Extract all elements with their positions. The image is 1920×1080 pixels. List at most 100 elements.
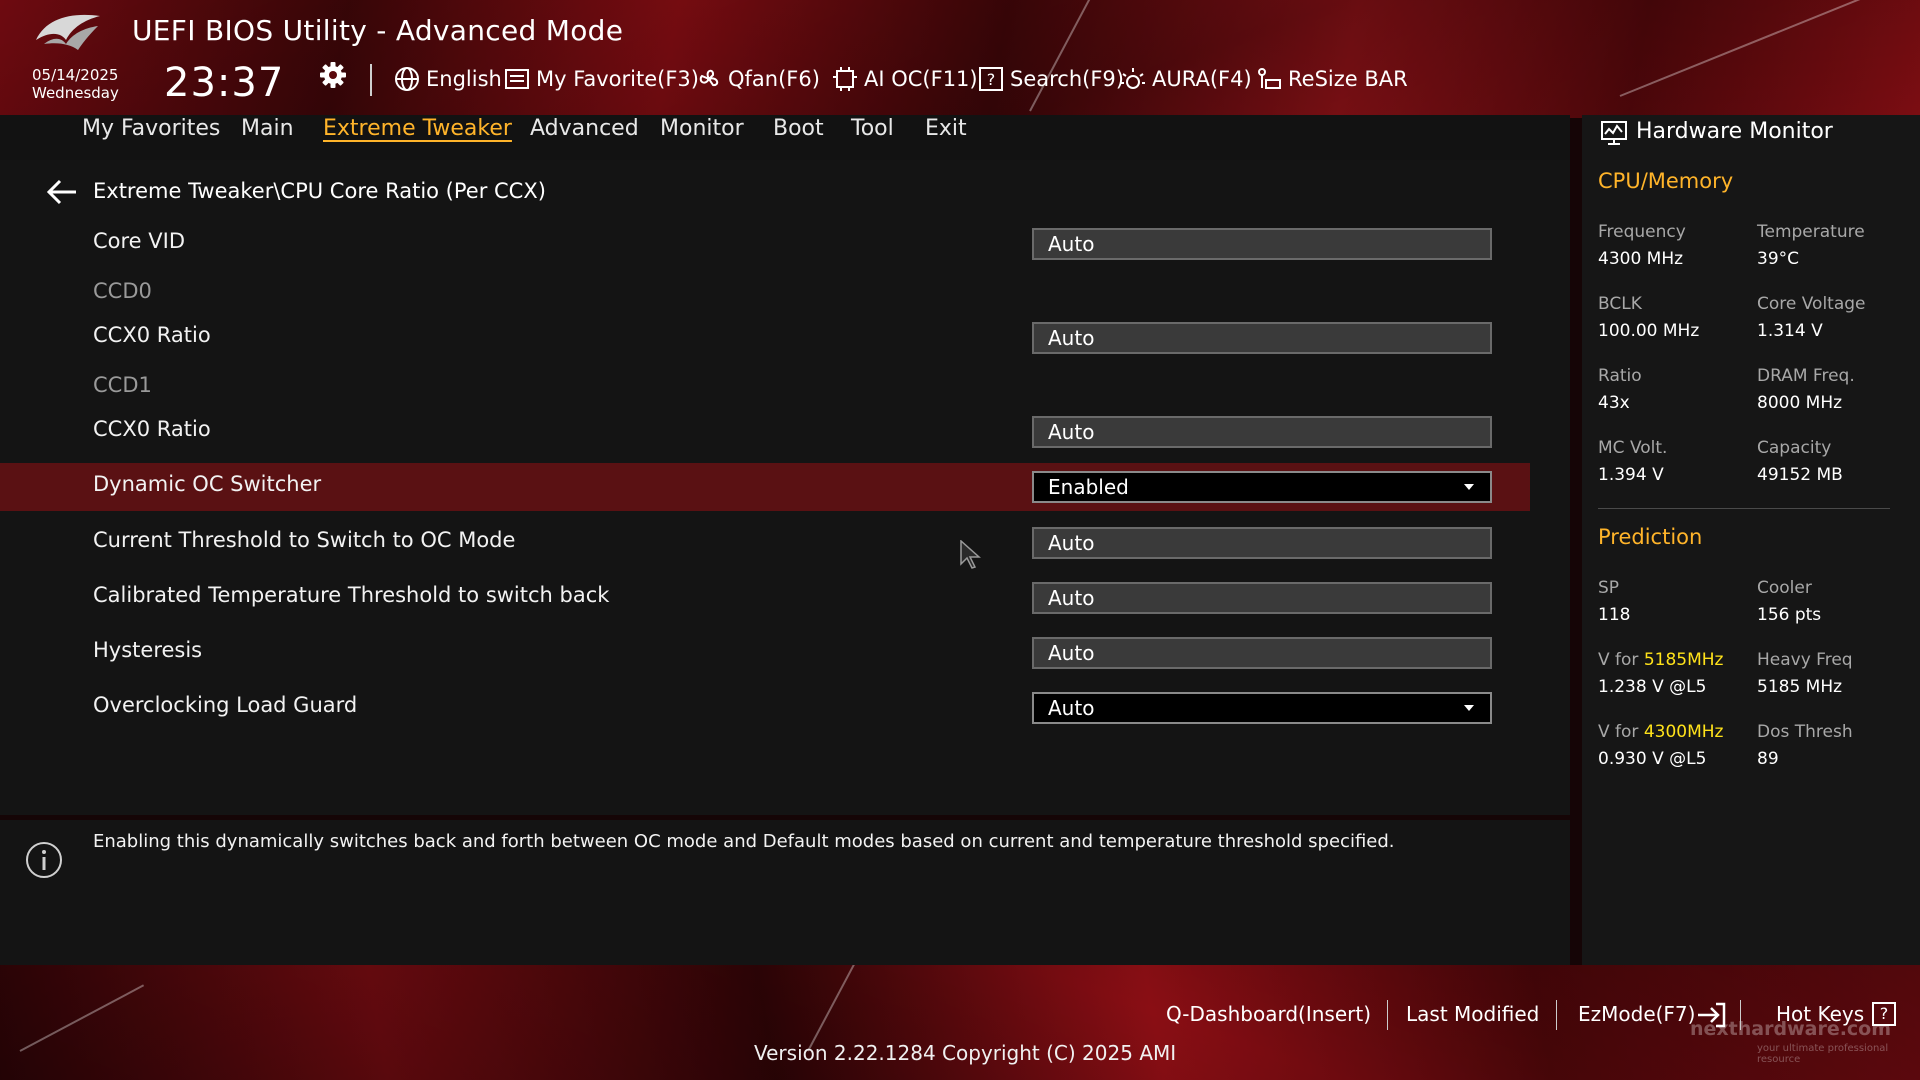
capacity-label: Capacity	[1757, 438, 1832, 458]
help-text: Enabling this dynamically switches back …	[93, 831, 1395, 852]
gear-icon[interactable]	[318, 60, 348, 90]
ai-oc-icon	[833, 67, 857, 91]
hysteresis-field[interactable]: Auto	[1032, 637, 1492, 669]
setting-label-ccd1-ccx0-ratio[interactable]: CCX0 Ratio	[93, 417, 211, 441]
footer-divider	[1740, 1000, 1741, 1030]
ezmode-button[interactable]: EzMode(F7)	[1578, 1002, 1695, 1026]
section-label-ccd0: CCD0	[93, 279, 152, 303]
dram-freq-label: DRAM Freq.	[1757, 366, 1855, 386]
qfan-button[interactable]: Qfan(F6)	[696, 64, 820, 94]
core-voltage-label: Core Voltage	[1757, 294, 1866, 314]
v-for-high-label: V for 5185MHz	[1598, 650, 1723, 670]
calibrated-temp-threshold-field[interactable]: Auto	[1032, 582, 1492, 614]
search-label: Search(F9)	[1010, 67, 1124, 91]
setting-label-core-vid[interactable]: Core VID	[93, 229, 185, 253]
dynamic-oc-switcher-value: Enabled	[1048, 475, 1129, 499]
mc-volt-value: 1.394 V	[1598, 465, 1664, 485]
core-vid-field[interactable]: Auto	[1032, 228, 1492, 260]
tab-main[interactable]: Main	[241, 116, 294, 141]
mc-volt-label: MC Volt.	[1598, 438, 1668, 458]
tab-tool[interactable]: Tool	[851, 116, 894, 141]
bclk-value: 100.00 MHz	[1598, 321, 1700, 341]
footer-divider	[1556, 1000, 1557, 1030]
v-for-high-freq: 5185MHz	[1643, 650, 1724, 670]
tab-extreme-tweaker[interactable]: Extreme Tweaker	[323, 116, 512, 141]
date-text: 05/14/2025	[32, 66, 119, 84]
last-modified-button[interactable]: Last Modified	[1406, 1002, 1539, 1026]
monitor-icon	[1601, 121, 1627, 145]
ezmode-label: EzMode(F7)	[1578, 1002, 1696, 1026]
frequency-value: 4300 MHz	[1598, 249, 1684, 269]
frequency-label: Frequency	[1598, 222, 1686, 242]
aura-label: AURA(F4)	[1152, 67, 1252, 91]
setting-label-current-threshold[interactable]: Current Threshold to Switch to OC Mode	[93, 528, 515, 552]
svg-text:?: ?	[987, 70, 996, 89]
hardware-monitor-title: Hardware Monitor	[1636, 119, 1833, 144]
clock-display: 23:37	[164, 60, 285, 106]
ccd1-ccx0-ratio-field[interactable]: Auto	[1032, 416, 1492, 448]
my-favorite-button[interactable]: My Favorite(F3)	[504, 64, 699, 94]
search-button[interactable]: ? Search(F9)	[978, 64, 1124, 94]
exit-arrow-icon[interactable]	[1696, 1002, 1728, 1028]
section-label-ccd1: CCD1	[93, 373, 152, 397]
qfan-label: Qfan(F6)	[728, 67, 820, 91]
v-for-low-value: 0.930 V @L5	[1598, 749, 1707, 769]
dynamic-oc-switcher-dropdown[interactable]: Enabled	[1032, 471, 1492, 503]
setting-label-dynamic-oc-switcher[interactable]: Dynamic OC Switcher	[93, 472, 321, 496]
oc-load-guard-dropdown[interactable]: Auto	[1032, 692, 1492, 724]
tab-my-favorites[interactable]: My Favorites	[82, 116, 220, 141]
tab-boot[interactable]: Boot	[773, 116, 824, 141]
ratio-label: Ratio	[1598, 366, 1642, 386]
search-icon: ?	[979, 67, 1003, 91]
weekday-text: Wednesday	[32, 84, 119, 102]
breadcrumb: Extreme Tweaker\CPU Core Ratio (Per CCX)	[93, 179, 546, 203]
setting-label-ccd0-ccx0-ratio[interactable]: CCX0 Ratio	[93, 323, 211, 347]
heavy-freq-label: Heavy Freq	[1757, 650, 1853, 670]
hot-keys-button[interactable]: Hot Keys	[1776, 1002, 1864, 1026]
favorite-list-icon	[505, 69, 529, 89]
heavy-freq-value: 5185 MHz	[1757, 677, 1843, 697]
ai-oc-button[interactable]: AI OC(F11)	[832, 64, 978, 94]
capacity-value: 49152 MB	[1757, 465, 1843, 485]
help-question-icon[interactable]: ?	[1872, 1002, 1896, 1026]
temperature-value: 39°C	[1757, 249, 1800, 269]
cooler-value: 156 pts	[1757, 605, 1822, 625]
watermark-subtitle: your ultimate professional resource	[1757, 1043, 1889, 1065]
cooler-label: Cooler	[1757, 578, 1812, 598]
chevron-down-icon	[1464, 484, 1474, 490]
temperature-label: Temperature	[1757, 222, 1865, 242]
chevron-down-icon	[1464, 705, 1474, 711]
language-label: English	[426, 67, 502, 91]
aura-button[interactable]: AURA(F4)	[1120, 64, 1252, 94]
setting-label-oc-load-guard[interactable]: Overclocking Load Guard	[93, 693, 357, 717]
sp-label: SP	[1598, 578, 1620, 598]
current-threshold-field[interactable]: Auto	[1032, 527, 1492, 559]
resize-bar-label: ReSize BAR	[1288, 67, 1408, 91]
dos-thresh-label: Dos Thresh	[1757, 722, 1853, 742]
bclk-label: BCLK	[1598, 294, 1642, 314]
footer-divider	[1387, 1000, 1388, 1030]
v-for-prefix: V for	[1598, 722, 1639, 742]
v-for-prefix: V for	[1598, 650, 1639, 670]
resize-bar-icon	[1258, 68, 1281, 89]
setting-label-hysteresis[interactable]: Hysteresis	[93, 638, 202, 662]
dram-freq-value: 8000 MHz	[1757, 393, 1843, 413]
fan-icon	[699, 69, 719, 87]
tab-monitor[interactable]: Monitor	[660, 116, 744, 141]
header-divider	[370, 64, 372, 96]
prediction-title: Prediction	[1598, 525, 1703, 549]
back-arrow-icon[interactable]	[46, 178, 78, 206]
tab-exit[interactable]: Exit	[925, 116, 967, 141]
my-favorite-label: My Favorite(F3)	[536, 67, 699, 91]
resize-bar-button[interactable]: ReSize BAR	[1256, 64, 1408, 94]
hardware-monitor-divider	[1598, 508, 1890, 509]
mouse-cursor-icon	[960, 540, 981, 569]
tab-advanced[interactable]: Advanced	[530, 116, 639, 141]
v-for-high-value: 1.238 V @L5	[1598, 677, 1707, 697]
ccd0-ccx0-ratio-field[interactable]: Auto	[1032, 322, 1492, 354]
app-title: UEFI BIOS Utility - Advanced Mode	[132, 14, 624, 47]
language-button[interactable]: English	[394, 64, 502, 94]
sp-value: 118	[1598, 605, 1631, 625]
setting-label-calibrated-temp-threshold[interactable]: Calibrated Temperature Threshold to swit…	[93, 583, 609, 607]
q-dashboard-button[interactable]: Q-Dashboard(Insert)	[1166, 1002, 1371, 1026]
